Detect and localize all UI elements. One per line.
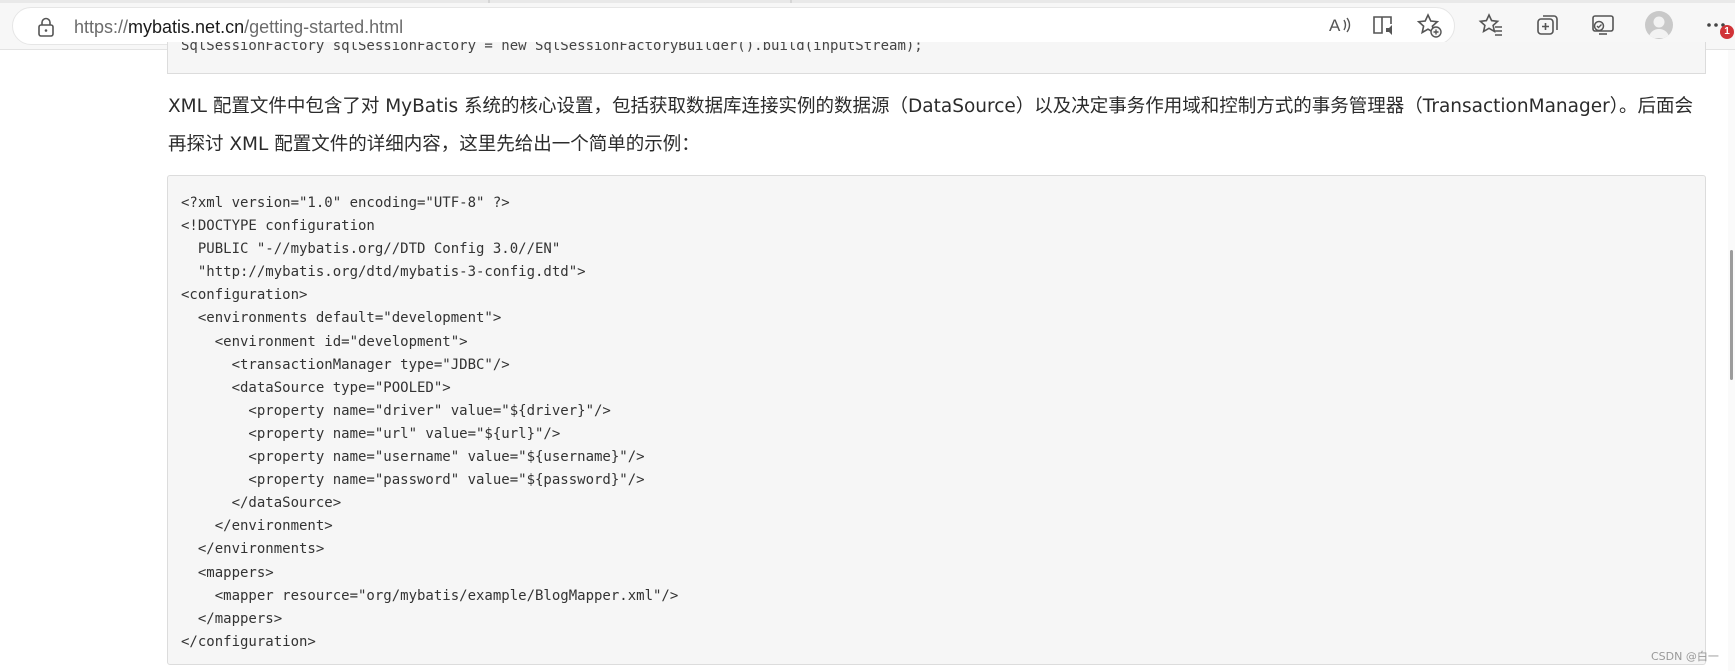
code-line: <mappers>	[181, 564, 274, 581]
add-favorite-icon[interactable]	[1416, 12, 1442, 38]
code-line: <configuration>	[181, 287, 308, 304]
code-line: </environment>	[181, 518, 333, 535]
url-host: mybatis.net.cn	[128, 17, 245, 37]
code-line: </mappers>	[181, 610, 283, 627]
code-line: <property name="url" value="${url}"/>	[181, 425, 561, 442]
immersive-reader-icon[interactable]	[1371, 12, 1397, 38]
code-line: <transactionManager type="JDBC"/>	[181, 356, 510, 373]
previous-code-line: SqlSessionFactory sqlSessionFactory = ne…	[181, 42, 923, 54]
code-line: <environments default="development">	[181, 310, 502, 327]
code-lines: <?xml version="1.0" encoding="UTF-8" ?> <…	[181, 192, 678, 654]
code-line: <property name="password" value="${passw…	[181, 472, 645, 489]
previous-code-block: SqlSessionFactory sqlSessionFactory = ne…	[167, 42, 1706, 74]
svg-text:A: A	[1329, 16, 1341, 35]
watermark: CSDN @白一	[1651, 650, 1719, 663]
code-line: </dataSource>	[181, 495, 342, 512]
collections-icon[interactable]	[1535, 12, 1561, 38]
notification-badge: 1	[1720, 25, 1734, 39]
tab-strip-edge	[0, 0, 1735, 3]
read-aloud-icon[interactable]: A	[1327, 12, 1353, 38]
intro-paragraph: XML 配置文件中包含了对 MyBatis 系统的核心设置，包括获取数据库连接实…	[168, 96, 1693, 155]
code-line: </configuration>	[181, 633, 316, 650]
xml-config-code-block: <?xml version="1.0" encoding="UTF-8" ?> <…	[167, 175, 1706, 665]
code-line: "http://mybatis.org/dtd/mybatis-3-config…	[181, 264, 586, 281]
url-path: /getting-started.html	[244, 17, 404, 37]
url-prefix: https://	[74, 17, 129, 37]
code-line: <?xml version="1.0" encoding="UTF-8" ?>	[181, 195, 510, 211]
code-line: <property name="driver" value="${driver}…	[181, 402, 611, 419]
code-line: <environment id="development">	[181, 333, 468, 350]
address-bar[interactable]: https://mybatis.net.cn/getting-started.h…	[12, 7, 1455, 45]
favorites-icon[interactable]	[1478, 12, 1504, 38]
code-line: PUBLIC "-//mybatis.org//DTD Config 3.0//…	[181, 241, 561, 258]
url-text[interactable]: https://mybatis.net.cn/getting-started.h…	[74, 17, 403, 37]
code-line: <!DOCTYPE configuration	[181, 218, 375, 235]
scrollbar-thumb[interactable]	[1730, 250, 1733, 380]
profile-avatar-icon[interactable]	[1645, 11, 1673, 39]
lock-icon[interactable]	[37, 17, 55, 37]
code-line: <property name="username" value="${usern…	[181, 449, 645, 466]
code-line: <mapper resource="org/mybatis/example/Bl…	[181, 587, 679, 604]
browser-essentials-icon[interactable]	[1590, 12, 1616, 38]
code-line: <dataSource type="POOLED">	[181, 379, 451, 396]
page-scrollbar[interactable]	[1728, 50, 1735, 671]
code-line: </environments>	[181, 541, 325, 558]
